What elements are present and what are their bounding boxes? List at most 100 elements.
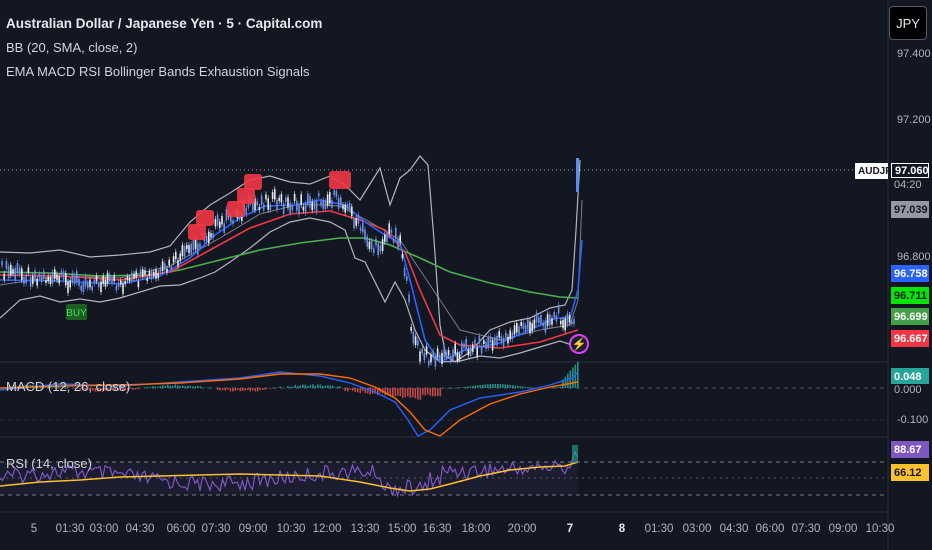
macd-histogram-bar <box>222 388 224 390</box>
macd-histogram-bar <box>314 385 317 388</box>
sell-signal-marker <box>188 224 206 240</box>
currency-button[interactable]: JPY <box>889 6 927 40</box>
rsi-spike <box>572 445 578 463</box>
candle-body <box>16 263 19 274</box>
lightning-icon[interactable]: ⚡ <box>569 334 589 354</box>
candle-body <box>10 264 12 276</box>
candle-body <box>98 283 100 288</box>
candle-body <box>18 267 21 275</box>
candle-body <box>318 193 320 197</box>
candle-body <box>333 189 335 195</box>
candle-body <box>3 273 5 280</box>
candle-body <box>287 197 289 208</box>
candle-body <box>428 360 430 366</box>
macd-histogram-bar <box>229 388 232 392</box>
macd-histogram-bar <box>294 384 297 388</box>
candle-body <box>502 338 505 347</box>
candle-body <box>38 273 41 278</box>
candle-body <box>329 192 331 204</box>
macd-histogram-bar <box>309 384 312 388</box>
candle-body <box>494 336 496 346</box>
candle-body <box>117 282 120 287</box>
macd-histogram-bar <box>164 385 167 388</box>
candle-body <box>456 352 459 361</box>
chart-canvas[interactable]: BUY <box>0 0 932 550</box>
macd-histogram-bar <box>512 385 514 388</box>
macd-histogram-bar <box>509 384 512 388</box>
macd-histogram-bar <box>557 387 559 388</box>
candle-body <box>223 223 225 233</box>
macd-histogram-bar <box>264 388 267 390</box>
macd-histogram-bar <box>284 387 287 389</box>
macd-histogram-bar <box>497 384 499 388</box>
candle-body <box>144 270 146 275</box>
candle-body <box>5 260 8 269</box>
macd-histogram-bar <box>134 388 137 390</box>
candle-body <box>175 251 177 260</box>
candle-body <box>115 285 118 291</box>
candle-body <box>509 330 511 340</box>
indicator-legend[interactable]: EMA MACD RSI Bollinger Bands Exhaustion … <box>6 64 309 79</box>
price-axis-label: -0.100 <box>897 414 929 426</box>
macd-histogram-bar <box>232 388 234 392</box>
candle-body <box>199 243 201 248</box>
candle-body <box>102 275 104 284</box>
candle-body <box>463 343 465 348</box>
candle-body <box>58 276 60 284</box>
candle-body <box>54 269 56 279</box>
macd-histogram-bar <box>287 386 289 388</box>
candle-body <box>205 236 208 242</box>
candle-body <box>232 220 234 224</box>
sell-signal-marker <box>244 174 262 190</box>
macd-histogram-bar <box>527 387 529 388</box>
symbol-title[interactable]: Australian Dollar / Japanese Yen · 5 · C… <box>6 16 322 31</box>
macd-histogram-bar <box>484 384 487 388</box>
macd-histogram-bar <box>414 388 417 399</box>
macd-histogram-bar <box>159 386 162 388</box>
time-axis-label: 04:30 <box>719 523 749 535</box>
macd-histogram-bar <box>154 386 157 388</box>
time-axis-label: 13:30 <box>350 523 380 535</box>
macd-histogram-bar <box>192 386 194 388</box>
macd-zero-tag: 0.000 <box>891 384 929 394</box>
candle-body <box>7 266 10 279</box>
candle-body <box>346 204 349 209</box>
candle-body <box>406 276 408 281</box>
macd-histogram-bar <box>297 386 299 388</box>
time-axis-label: 7 <box>566 523 574 535</box>
macd-pane-label[interactable]: MACD (12, 26, close) <box>6 379 130 394</box>
candle-body <box>551 318 553 325</box>
macd-histogram-bar <box>469 386 472 388</box>
candle-body <box>291 205 294 211</box>
time-axis-label: 04:30 <box>125 523 155 535</box>
time-axis-label: 01:30 <box>644 523 674 535</box>
time-axis-label: 12:00 <box>312 523 342 535</box>
chart-area[interactable]: BUY Australian Dollar / Japanese Yen · 5… <box>0 0 932 550</box>
macd-histogram-bar <box>202 387 204 389</box>
candle-body <box>34 270 36 280</box>
candle-body <box>285 197 287 202</box>
macd-histogram-bar <box>459 387 462 388</box>
macd-histogram-bar <box>279 386 282 388</box>
macd-histogram-bar <box>277 387 279 388</box>
candle-body <box>410 326 412 331</box>
candle-body <box>443 345 445 358</box>
candle-body <box>576 158 579 192</box>
candle-body <box>263 204 265 211</box>
candle-body <box>511 332 514 340</box>
time-axis-label: 20:00 <box>507 523 537 535</box>
candle-body <box>289 202 291 214</box>
candle-body <box>461 342 463 355</box>
candle-body <box>533 319 536 328</box>
macd-histogram-bar <box>397 388 399 396</box>
bb-legend[interactable]: BB (20, SMA, close, 2) <box>6 40 138 55</box>
candle-body <box>27 267 30 274</box>
ema-fast-price-tag: 96.758 <box>891 265 929 282</box>
candle-body <box>221 216 223 225</box>
macd-histogram-bar <box>197 385 199 388</box>
candle-body <box>340 197 342 206</box>
candle-body <box>544 320 547 333</box>
rsi-pane-label[interactable]: RSI (14, close) <box>6 456 92 471</box>
candle-body <box>258 207 261 211</box>
candle-body <box>357 214 360 224</box>
